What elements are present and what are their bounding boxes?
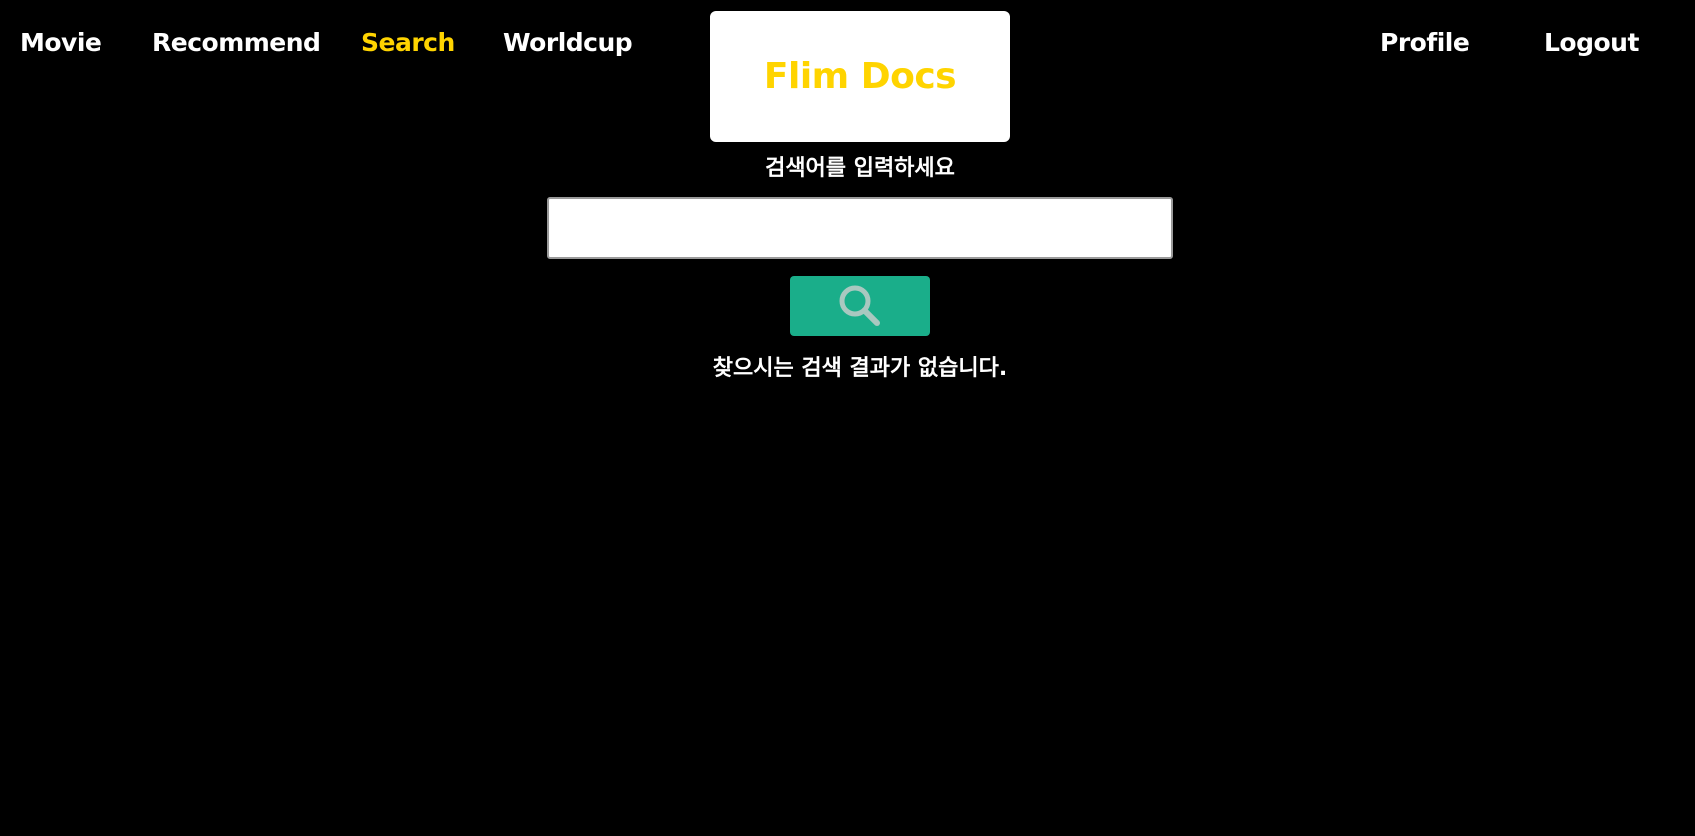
search-label: 검색어를 입력하세요 xyxy=(765,156,955,181)
nav-link-recommend[interactable]: Recommend xyxy=(152,28,321,57)
nav-link-search[interactable]: Search xyxy=(361,28,455,57)
empty-results-message: 찾으시는 검색 결과가 없습니다. xyxy=(712,356,1008,381)
nav-link-profile[interactable]: Profile xyxy=(1380,28,1470,57)
nav-link-logout[interactable]: Logout xyxy=(1544,28,1639,57)
logo-text: Flim Docs xyxy=(763,56,957,97)
search-icon xyxy=(835,281,885,331)
page: Movie Recommend Search Worldcup Flim Doc… xyxy=(0,0,1695,836)
nav-link-worldcup[interactable]: Worldcup xyxy=(503,28,633,57)
search-input[interactable] xyxy=(547,197,1173,259)
search-button[interactable] xyxy=(790,276,930,336)
nav-link-movie[interactable]: Movie xyxy=(20,28,102,57)
site-logo[interactable]: Flim Docs xyxy=(710,11,1010,142)
